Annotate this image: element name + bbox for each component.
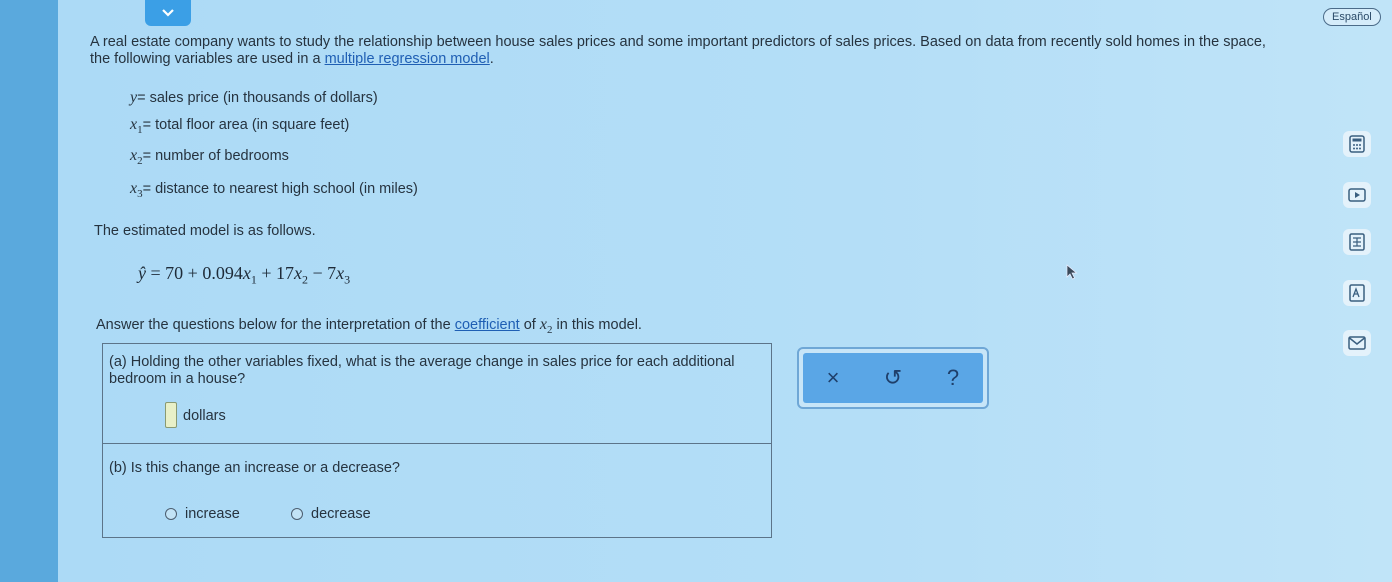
increase-radio[interactable]	[165, 508, 177, 520]
answer-input[interactable]	[165, 402, 177, 428]
var-desc: total floor area (in square feet)	[155, 117, 350, 133]
variable-y: y= sales price (in thousands of dollars)	[130, 89, 378, 106]
regression-equation: ŷ = 70 + 0.094x1 + 17x2 − 7x3	[138, 263, 351, 287]
decrease-option[interactable]: decrease	[291, 506, 371, 522]
var-desc: sales price (in thousands of dollars)	[149, 90, 378, 106]
var-desc: distance to nearest high school (in mile…	[155, 181, 418, 197]
var-symbol: x2	[130, 147, 143, 168]
language-toggle[interactable]: Español	[1323, 8, 1381, 26]
variable-x3: x3= distance to nearest high school (in …	[130, 180, 418, 201]
variable-x1: x1= total floor area (in square feet)	[130, 116, 350, 137]
chevron-down-icon	[162, 9, 174, 17]
y-hat: ŷ	[138, 263, 146, 283]
unit-label: dollars	[183, 408, 226, 424]
coefficient-link[interactable]: coefficient	[455, 317, 520, 333]
var-symbol: x1	[130, 116, 143, 137]
mail-icon[interactable]	[1343, 330, 1371, 356]
part-b-question: (b) Is this change an increase or a decr…	[109, 460, 400, 476]
question-prompt: Answer the questions below for the inter…	[96, 316, 642, 337]
calculator-icon[interactable]	[1343, 131, 1371, 157]
variable-x2: x2= number of bedrooms	[130, 147, 289, 168]
collapse-button[interactable]	[145, 0, 191, 26]
data-table-icon[interactable]	[1343, 229, 1371, 255]
answer-tools: × ↺ ?	[797, 347, 989, 409]
var-symbol: x3	[130, 180, 143, 201]
intro-text: A real estate company wants to study the…	[90, 34, 1266, 67]
increase-option[interactable]: increase	[165, 506, 240, 522]
answer-box: (a) Holding the other variables fixed, w…	[102, 343, 772, 538]
var-symbol: y	[130, 89, 138, 106]
part-a: (a) Holding the other variables fixed, w…	[103, 344, 771, 444]
undo-button[interactable]: ↺	[873, 365, 913, 391]
mouse-cursor-icon	[1066, 264, 1078, 285]
part-a-question: (a) Holding the other variables fixed, w…	[109, 354, 735, 387]
model-title: The estimated model is as follows.	[94, 223, 316, 239]
text-icon[interactable]	[1343, 280, 1371, 306]
help-button[interactable]: ?	[933, 365, 973, 391]
decrease-radio[interactable]	[291, 508, 303, 520]
left-sidebar-strip	[0, 0, 58, 582]
video-icon[interactable]	[1343, 182, 1371, 208]
intro-end: .	[489, 51, 494, 67]
var-desc: number of bedrooms	[155, 148, 289, 164]
multiple-regression-link[interactable]: multiple regression model	[325, 51, 490, 67]
problem-intro: A real estate company wants to study the…	[90, 34, 1290, 68]
clear-button[interactable]: ×	[813, 365, 853, 391]
